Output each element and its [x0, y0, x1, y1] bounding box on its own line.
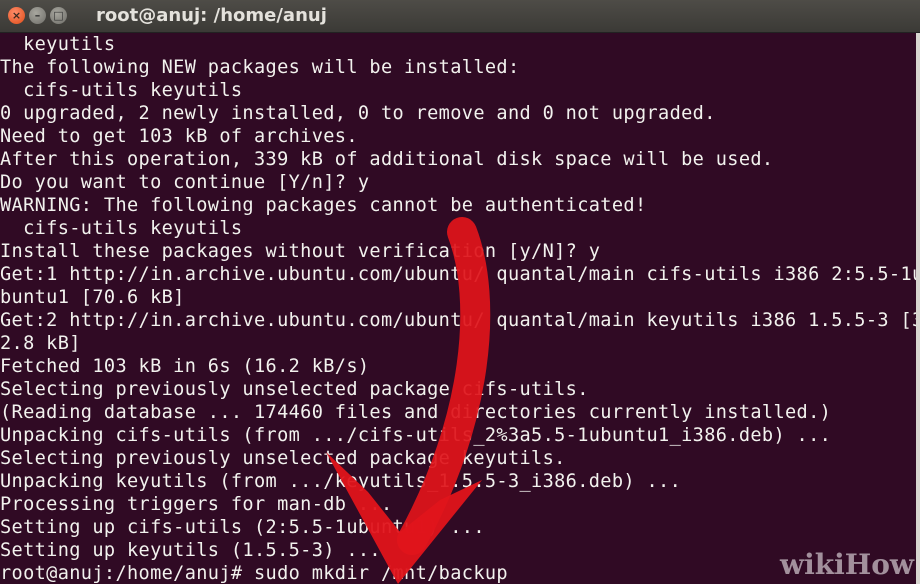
close-icon[interactable]: × — [8, 7, 25, 24]
window-title: root@anuj: /home/anuj — [96, 5, 327, 26]
terminal-line: After this operation, 339 kB of addition… — [0, 149, 774, 170]
terminal-output[interactable]: keyutils The following NEW packages will … — [0, 33, 916, 584]
terminal-line: cifs-utils keyutils — [0, 218, 243, 239]
terminal-line: (Reading database ... 174460 files and d… — [0, 402, 832, 423]
terminal-line: 0 upgraded, 2 newly installed, 0 to remo… — [0, 103, 716, 124]
title-bar: × – □ root@anuj: /home/anuj — [0, 0, 920, 33]
terminal-line: Get:2 http://in.archive.ubuntu.com/ubunt… — [0, 310, 916, 331]
terminal-line: Do you want to continue [Y/n]? y — [0, 172, 370, 193]
terminal-line: Unpacking cifs-utils (from .../cifs-util… — [0, 425, 832, 446]
terminal-line: Setting up cifs-utils (2:5.5-1ubuntu1) .… — [0, 517, 485, 538]
watermark-part-1: wiki — [779, 548, 845, 581]
wikihow-watermark: wikiHow — [780, 548, 914, 582]
terminal-line: cifs-utils keyutils — [0, 80, 243, 101]
terminal-line: 2.8 kB] — [0, 333, 81, 354]
terminal-line: The following NEW packages will be insta… — [0, 57, 520, 78]
terminal-line: Setting up keyutils (1.5.5-3) ... — [0, 540, 381, 561]
scrollbar[interactable] — [916, 33, 920, 584]
terminal-line: WARNING: The following packages cannot b… — [0, 195, 647, 216]
terminal-line: Install these packages without verificat… — [0, 241, 601, 262]
terminal-line: Selecting previously unselected package … — [0, 448, 566, 469]
terminal-line: Fetched 103 kB in 6s (16.2 kB/s) — [0, 356, 370, 377]
minimize-icon[interactable]: – — [29, 7, 46, 24]
terminal-line: Selecting previously unselected package … — [0, 379, 589, 400]
terminal-line: keyutils — [0, 34, 116, 55]
watermark-part-2: How — [844, 548, 914, 581]
terminal-line: Get:1 http://in.archive.ubuntu.com/ubunt… — [0, 264, 916, 285]
terminal-window: × – □ root@anuj: /home/anuj keyutils The … — [0, 0, 920, 584]
terminal-line: buntu1 [70.6 kB] — [0, 287, 185, 308]
terminal-line: Need to get 103 kB of archives. — [0, 126, 358, 147]
terminal-line: Unpacking keyutils (from .../keyutils_1.… — [0, 471, 682, 492]
terminal-line: Processing triggers for man-db ... — [0, 494, 393, 515]
terminal-line: root@anuj:/home/anuj# sudo mkdir /mnt/ba… — [0, 563, 508, 584]
maximize-icon[interactable]: □ — [50, 7, 67, 24]
